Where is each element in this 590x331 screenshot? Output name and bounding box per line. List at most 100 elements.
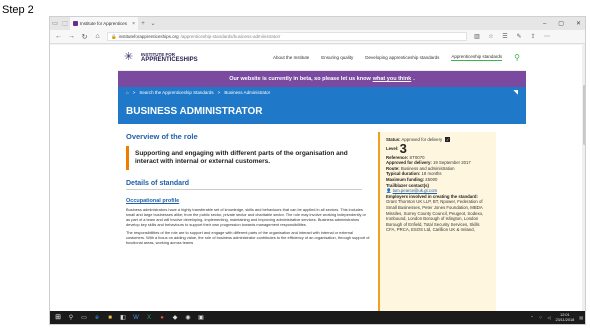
beta-banner: Our website is currently in beta, so ple… bbox=[118, 71, 526, 87]
status-value: Approved for delivery bbox=[401, 137, 443, 142]
user-icon: 👤 bbox=[386, 188, 392, 194]
breadcrumb-current: Business Administrator bbox=[224, 90, 271, 95]
maximize-button[interactable]: ▢ bbox=[558, 20, 564, 27]
scrollbar[interactable] bbox=[582, 45, 585, 313]
duration-value: 18 months bbox=[421, 171, 442, 177]
beta-end: . bbox=[413, 76, 415, 82]
system-tray: ⌃ ⌔ ◁ 12:01 23/11/2018 ▤ bbox=[530, 313, 583, 322]
level-label: Level: bbox=[386, 145, 399, 151]
taskbar: ⊞ ⚲ ▭ e ■ ◧ W X ● ◆ ◉ ▣ ⌃ ⌔ ◁ 12:01 23/1… bbox=[50, 311, 585, 324]
url-host: instituteforapprenticeships.org bbox=[118, 34, 179, 39]
file-explorer-icon[interactable]: ■ bbox=[106, 314, 114, 322]
profile-paragraph-1: Business administrators have a highly tr… bbox=[126, 207, 366, 227]
home-icon[interactable]: ⌂ bbox=[94, 33, 101, 40]
duration-label: Typical duration: bbox=[386, 171, 421, 177]
rss-icon[interactable]: ◥ bbox=[513, 89, 518, 96]
role-summary: Supporting and engaging with different p… bbox=[126, 146, 362, 170]
step-label: Step 2 bbox=[2, 4, 34, 16]
app-icon[interactable]: ◉ bbox=[184, 314, 192, 322]
close-window-button[interactable]: ✕ bbox=[576, 20, 581, 27]
tab-title: Institute for Apprentices bbox=[80, 21, 128, 26]
edge-browser-icon[interactable]: e bbox=[93, 314, 101, 322]
funding-value: £5000 bbox=[425, 176, 438, 182]
logo-star-icon: ✳ bbox=[124, 51, 134, 63]
more-icon[interactable]: ⋯ bbox=[543, 33, 551, 40]
tab-strip: ▭ ⬚ Institute for Apprentices × + ⌄ – ▢ … bbox=[50, 17, 585, 30]
tab-menu-icon[interactable]: ⌄ bbox=[148, 20, 158, 27]
site-logo[interactable]: ✳ INSTITUTE FOR APPRENTICESHIPS bbox=[124, 52, 198, 63]
home-breadcrumb-icon[interactable]: ⌂ bbox=[126, 90, 129, 95]
main-content: Overview of the role Supporting and enga… bbox=[118, 124, 526, 312]
word-icon[interactable]: W bbox=[132, 314, 140, 322]
app-icon[interactable]: ▣ bbox=[197, 314, 205, 322]
forward-icon[interactable]: → bbox=[68, 33, 75, 40]
network-icon[interactable]: ⌔ bbox=[539, 315, 543, 321]
back-icon[interactable]: ← bbox=[55, 33, 62, 40]
url-path: /apprenticeship-standards/business-admin… bbox=[180, 34, 281, 39]
divider bbox=[126, 189, 362, 190]
breadcrumb-separator: > bbox=[217, 90, 221, 95]
minimize-button[interactable]: – bbox=[543, 21, 546, 27]
level-value: 3 bbox=[399, 140, 407, 156]
address-bar-row: ← → ↻ ⌂ 🔒 instituteforapprenticeships.or… bbox=[50, 30, 585, 44]
funding-label: Maximum funding: bbox=[386, 176, 425, 182]
favorites-list-icon[interactable]: ☰ bbox=[501, 33, 509, 40]
window-controls: – ▢ ✕ bbox=[543, 17, 581, 30]
profile-paragraph-2: The responsibilities of the role are to … bbox=[126, 230, 370, 245]
trailblazer-email-link[interactable]: tom.pearce@uk.gt.com bbox=[393, 188, 437, 193]
clock[interactable]: 12:01 23/11/2018 bbox=[555, 313, 574, 322]
volume-icon[interactable]: ◁ bbox=[547, 315, 550, 320]
nav-about[interactable]: About the Institute bbox=[273, 55, 309, 60]
beta-text: Our website is currently in beta, so ple… bbox=[229, 76, 371, 82]
breadcrumb-search[interactable]: Search the Apprenticeship Standards bbox=[139, 90, 213, 95]
logo-line-2: APPRENTICESHIPS bbox=[141, 56, 198, 63]
route-value: Business and administration bbox=[400, 165, 455, 171]
reference-label: Reference: bbox=[386, 154, 409, 160]
share-icon[interactable]: ⇪ bbox=[529, 33, 537, 40]
breadcrumb: ⌂ > Search the Apprenticeship Standards … bbox=[118, 87, 526, 98]
page-title: BUSINESS ADMINISTRATOR bbox=[118, 98, 526, 124]
standard-info-panel: Status: Approved for delivery ✓ Level: 3… bbox=[378, 132, 496, 312]
lock-icon: 🔒 bbox=[111, 33, 117, 39]
page-viewport: ✳ INSTITUTE FOR APPRENTICESHIPS About th… bbox=[50, 45, 585, 313]
reference-value: ST0070 bbox=[409, 154, 425, 160]
approved-check-icon: ✓ bbox=[445, 137, 451, 143]
search-icon[interactable]: ⚲ bbox=[514, 53, 520, 62]
tray-arrow-icon[interactable]: ⌃ bbox=[530, 315, 533, 320]
breadcrumb-separator: > bbox=[132, 90, 136, 95]
clock-date: 23/11/2018 bbox=[555, 317, 575, 322]
chrome-icon[interactable]: ● bbox=[158, 314, 166, 322]
search-taskbar-icon[interactable]: ⚲ bbox=[67, 314, 75, 322]
notes-icon[interactable]: ✎ bbox=[515, 33, 523, 40]
refresh-icon[interactable]: ↻ bbox=[81, 33, 88, 41]
nav-developing[interactable]: Developing apprenticeship standards bbox=[365, 55, 439, 60]
reading-view-icon[interactable]: ▥ bbox=[473, 33, 481, 40]
browser-window: ▭ ⬚ Institute for Apprentices × + ⌄ – ▢ … bbox=[49, 16, 586, 325]
nav-quality[interactable]: Ensuring quality bbox=[321, 55, 353, 60]
app-icon[interactable]: ◆ bbox=[171, 314, 179, 322]
url-field[interactable]: 🔒 instituteforapprenticeships.org/appren… bbox=[107, 32, 467, 41]
site-nav: About the Institute Ensuring quality Dev… bbox=[273, 53, 520, 62]
status-label: Status: bbox=[386, 137, 401, 142]
start-windows-icon[interactable]: ⊞ bbox=[54, 314, 62, 322]
excel-icon[interactable]: X bbox=[145, 314, 153, 322]
site-favicon-icon bbox=[73, 21, 78, 26]
browser-tab[interactable]: Institute for Apprentices × bbox=[70, 17, 138, 30]
site-header: ✳ INSTITUTE FOR APPRENTICESHIPS About th… bbox=[118, 45, 526, 71]
task-view-icon[interactable]: ▭ bbox=[80, 314, 88, 322]
tab-close-icon[interactable]: × bbox=[132, 21, 135, 27]
favorite-star-icon[interactable]: ☆ bbox=[487, 33, 495, 40]
tab-preview-icon[interactable]: ⬚ bbox=[60, 20, 70, 27]
feedback-link[interactable]: what you think bbox=[373, 76, 412, 82]
tab-list-icon[interactable]: ▭ bbox=[50, 20, 60, 27]
scrollbar-thumb[interactable] bbox=[583, 85, 585, 145]
employers-label: Employers involved in creating the stand… bbox=[386, 193, 478, 199]
notifications-icon[interactable]: ▤ bbox=[579, 315, 583, 320]
website: ✳ INSTITUTE FOR APPRENTICESHIPS About th… bbox=[118, 45, 526, 313]
store-icon[interactable]: ◧ bbox=[119, 314, 127, 322]
new-tab-button[interactable]: + bbox=[138, 21, 148, 27]
employers-value: Grant Thornton UK LLP, BT, Npower, Feder… bbox=[386, 199, 484, 233]
approved-value: 19 September 2017 bbox=[433, 160, 471, 166]
nav-standards[interactable]: Apprenticeship standards bbox=[451, 54, 503, 61]
approved-label: Approved for delivery: bbox=[386, 160, 432, 166]
